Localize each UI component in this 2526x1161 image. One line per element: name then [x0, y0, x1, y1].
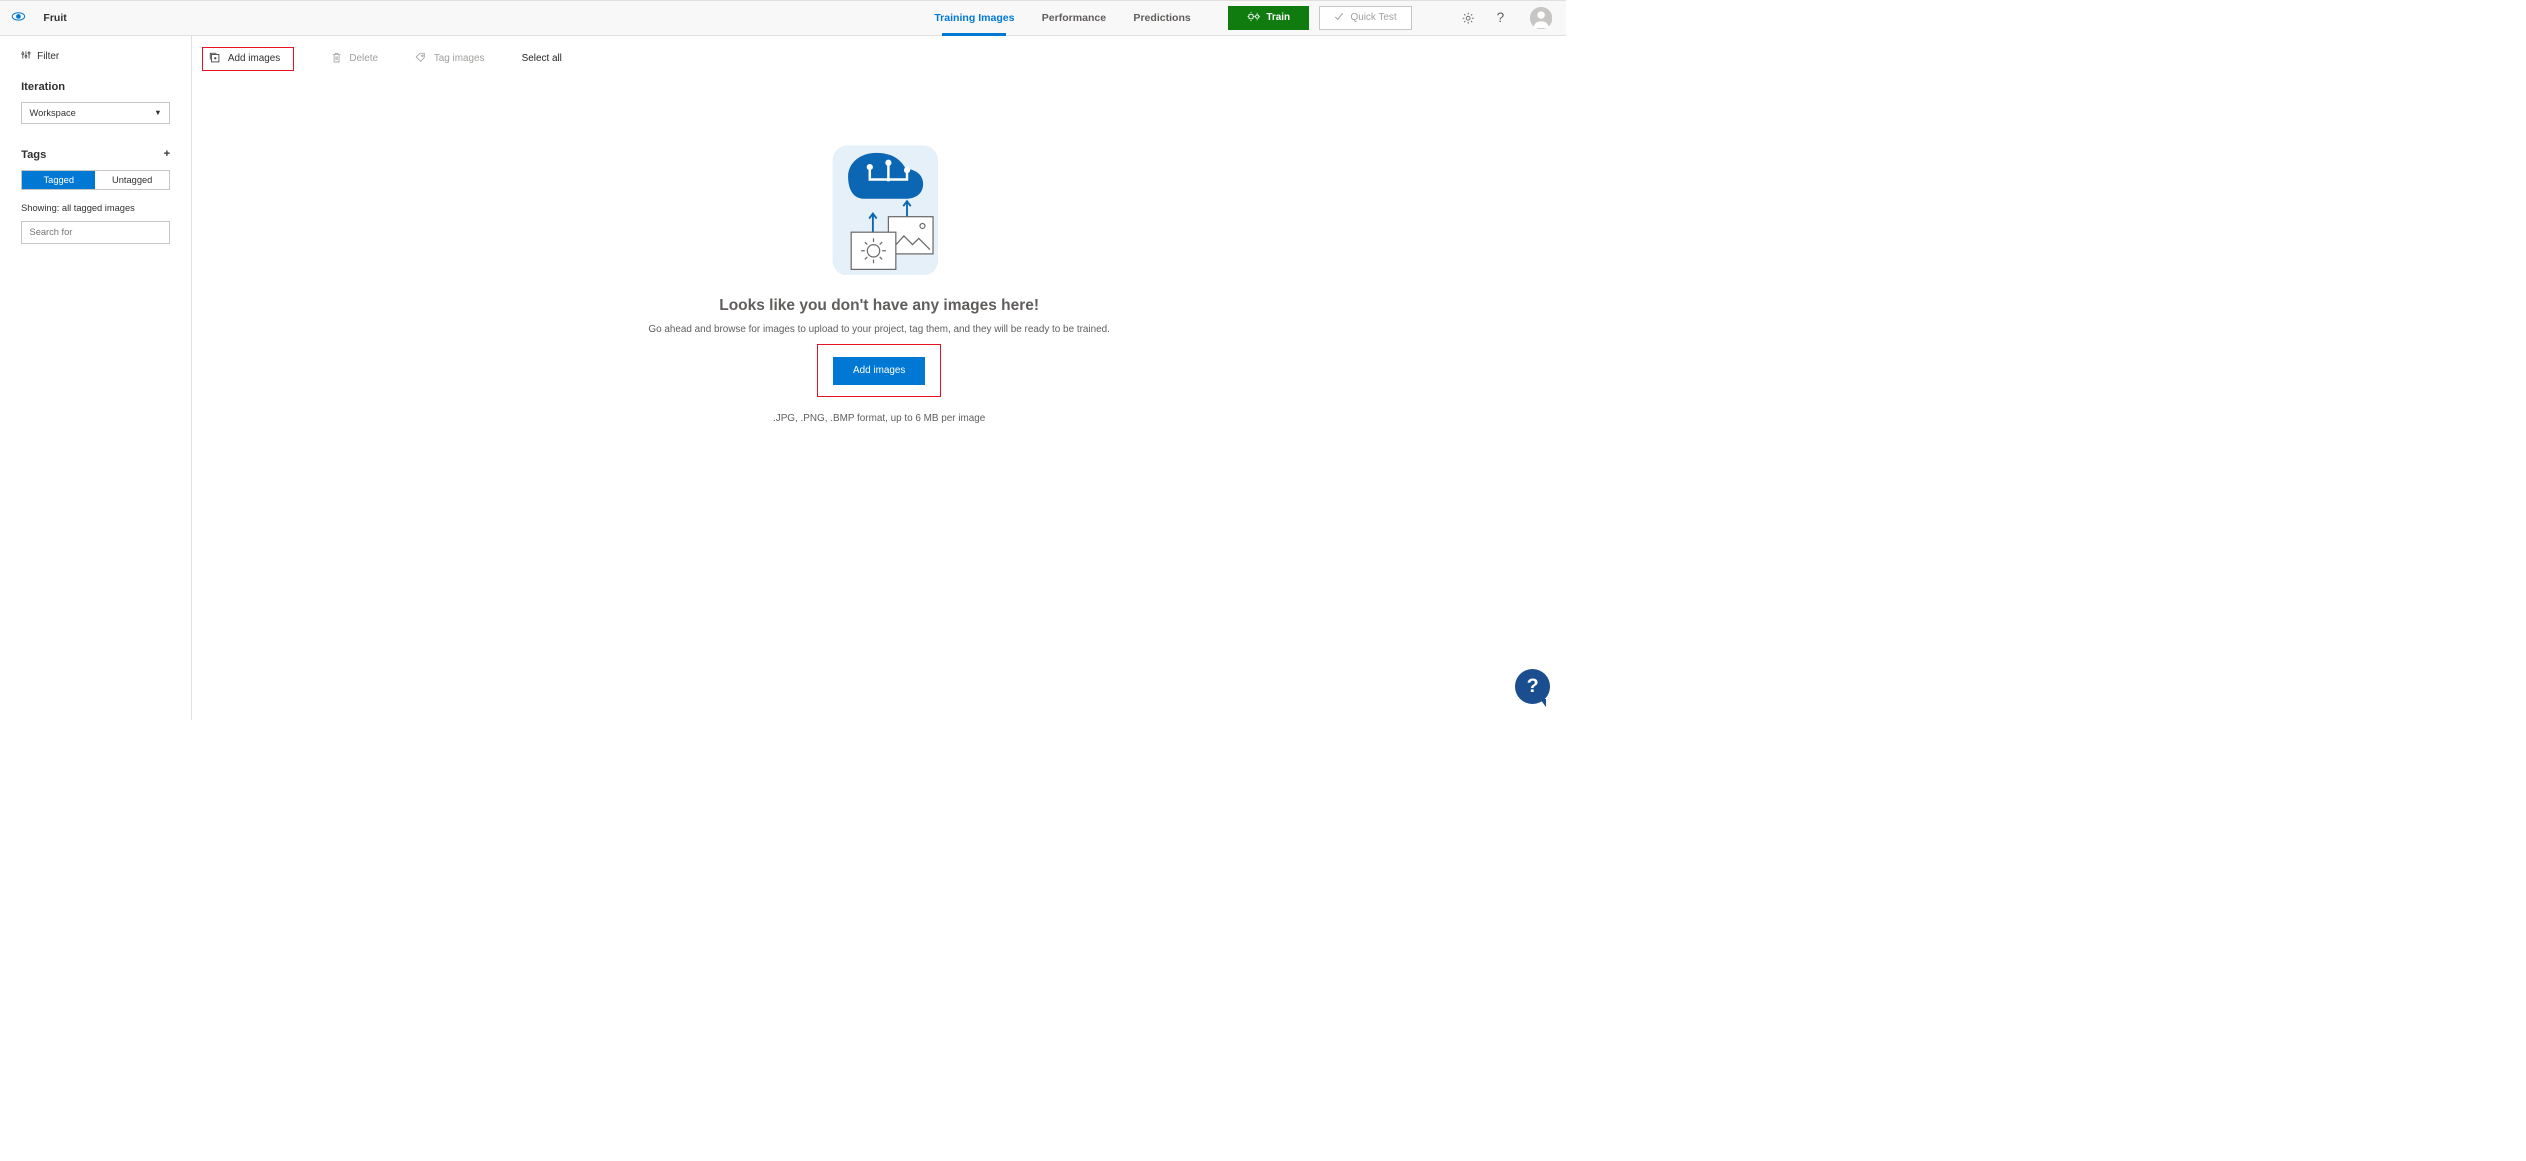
empty-formats: .JPG, .PNG, .BMP format, up to 6 MB per …	[192, 413, 1566, 424]
image-toolbar: Add images Delete Tag images Select all	[192, 36, 1566, 83]
filter-sidebar: Filter Iteration Workspace ▼ Tags + Tagg…	[0, 36, 192, 720]
tab-training-images[interactable]: Training Images	[934, 1, 1014, 35]
iteration-selected-value: Workspace	[30, 108, 76, 118]
quick-test-label: Quick Test	[1351, 12, 1397, 23]
delete-label: Delete	[349, 53, 378, 64]
select-all-label: Select all	[522, 53, 562, 64]
tab-performance[interactable]: Performance	[1042, 1, 1106, 35]
select-all-button[interactable]: Select all	[522, 53, 562, 64]
highlight-add-images: Add images	[202, 47, 294, 71]
add-images-label: Add images	[228, 53, 280, 64]
tag-filter-segmented: Tagged Untagged	[21, 170, 170, 191]
person-icon	[1530, 7, 1552, 29]
tags-heading: Tags	[21, 149, 46, 161]
top-bar: Fruit Training Images Performance Predic…	[0, 0, 1566, 36]
sliders-icon	[21, 50, 31, 63]
gears-icon	[1247, 11, 1261, 25]
filter-heading: Filter	[21, 50, 170, 63]
gear-icon	[1462, 12, 1474, 24]
empty-illustration	[814, 133, 944, 279]
segment-untagged[interactable]: Untagged	[95, 171, 168, 190]
chevron-down-icon: ▼	[154, 108, 161, 117]
main-tabs: Training Images Performance Predictions	[934, 1, 1190, 35]
iteration-heading: Iteration	[21, 81, 170, 93]
tag-images-label: Tag images	[434, 53, 485, 64]
tag-images-button[interactable]: Tag images	[415, 52, 484, 66]
empty-state: Looks like you don't have any images her…	[192, 133, 1566, 425]
quick-test-button[interactable]: Quick Test	[1319, 6, 1413, 30]
add-image-icon	[209, 52, 220, 66]
trash-icon	[331, 52, 342, 66]
iteration-select[interactable]: Workspace ▼	[21, 102, 170, 124]
settings-button[interactable]	[1457, 7, 1479, 29]
check-icon	[1334, 12, 1344, 25]
project-name: Fruit	[43, 12, 66, 24]
segment-tagged[interactable]: Tagged	[22, 171, 95, 190]
add-images-main-button[interactable]: Add images	[833, 357, 925, 385]
add-tag-button[interactable]: +	[164, 149, 171, 160]
custom-vision-logo-icon	[11, 9, 26, 27]
empty-subtitle: Go ahead and browse for images to upload…	[192, 324, 1566, 335]
help-button[interactable]: ?	[1489, 7, 1511, 29]
train-button[interactable]: Train	[1228, 6, 1309, 30]
empty-title: Looks like you don't have any images her…	[192, 297, 1566, 315]
highlight-add-images-main: Add images	[817, 344, 941, 397]
tag-search-input[interactable]	[21, 221, 170, 243]
tab-predictions[interactable]: Predictions	[1133, 1, 1190, 35]
showing-text: Showing: all tagged images	[21, 203, 170, 213]
delete-button[interactable]: Delete	[331, 52, 378, 66]
tag-icon	[415, 52, 426, 66]
train-button-label: Train	[1266, 12, 1290, 23]
add-images-button[interactable]: Add images	[209, 52, 280, 66]
filter-label: Filter	[37, 51, 59, 62]
floating-help-button[interactable]: ?	[1515, 669, 1550, 704]
user-avatar[interactable]	[1530, 7, 1552, 29]
content-area: Add images Delete Tag images Select all	[192, 36, 1566, 720]
